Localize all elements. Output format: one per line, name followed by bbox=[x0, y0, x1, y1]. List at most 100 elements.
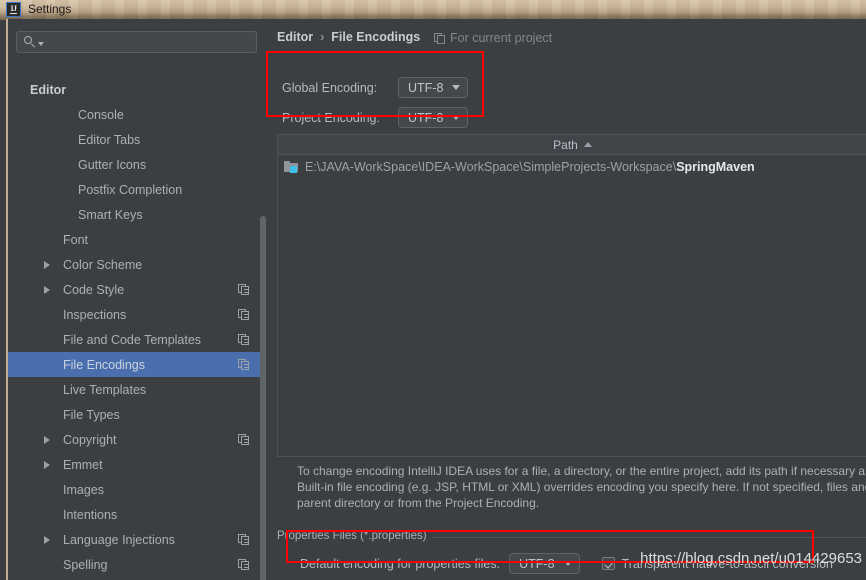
sidebar-item-postfix-completion[interactable]: Postfix Completion bbox=[8, 177, 266, 202]
expand-arrow-icon[interactable] bbox=[44, 285, 50, 294]
global-encoding-row: Global Encoding: UTF-8 bbox=[282, 77, 469, 98]
properties-encoding-label: Default encoding for properties files: bbox=[300, 556, 501, 571]
path-prefix: E:\JAVA-WorkSpace\IDEA-WorkSpace\SimpleP… bbox=[305, 159, 677, 174]
sidebar-item-label: Spelling bbox=[63, 557, 108, 572]
description-line-3: parent directory or from the Project Enc… bbox=[297, 496, 540, 510]
breadcrumb-parent[interactable]: Editor bbox=[277, 30, 313, 44]
global-encoding-value: UTF-8 bbox=[408, 80, 444, 95]
window-title-bar: IJ Settings bbox=[0, 0, 866, 18]
duplicate-icon bbox=[238, 559, 249, 570]
project-encoding-label: Project Encoding: bbox=[282, 110, 380, 125]
settings-sidebar: Editor Console Editor Tabs Gutter Icons Post… bbox=[8, 19, 266, 580]
description-line-1: To change encoding IntelliJ IDEA uses fo… bbox=[297, 464, 866, 478]
sidebar-item-label: Gutter Icons bbox=[78, 157, 147, 172]
sidebar-item-label: Language Injections bbox=[63, 532, 175, 547]
project-encoding-row: Project Encoding: UTF-8 bbox=[282, 107, 469, 128]
settings-dialog: Editor Console Editor Tabs Gutter Icons Post… bbox=[6, 19, 866, 580]
duplicate-icon bbox=[434, 32, 445, 44]
sidebar-item-label: Copyright bbox=[63, 432, 117, 447]
global-encoding-combobox[interactable]: UTF-8 bbox=[398, 77, 469, 98]
file-encodings-panel: Editor › File Encodings For current proj… bbox=[272, 19, 866, 580]
sidebar-item-label: Inspections bbox=[63, 307, 127, 322]
duplicate-icon bbox=[238, 334, 249, 345]
scope-note-label: For current project bbox=[450, 31, 553, 45]
watermark-url: https://blog.csdn.net/u014429653 bbox=[640, 550, 862, 567]
sidebar-item-label: File and Code Templates bbox=[63, 332, 202, 347]
folder-icon bbox=[284, 160, 299, 173]
duplicate-icon bbox=[238, 359, 249, 370]
expand-arrow-icon[interactable] bbox=[44, 535, 50, 544]
path-column-label: Path bbox=[553, 137, 578, 152]
sidebar-item-emmet[interactable]: Emmet bbox=[8, 452, 266, 477]
sidebar-item-console[interactable]: Console bbox=[8, 102, 266, 127]
sidebar-item-label: Intentions bbox=[63, 507, 118, 522]
path-table-body: E:\JAVA-WorkSpace\IDEA-WorkSpace\SimpleP… bbox=[278, 155, 866, 178]
sidebar-item-font[interactable]: Font bbox=[8, 227, 266, 252]
duplicate-icon bbox=[238, 534, 249, 545]
sidebar-item-label: Editor Tabs bbox=[78, 132, 141, 147]
sidebar-item-spelling[interactable]: Spelling bbox=[8, 552, 266, 577]
settings-tree: Editor Console Editor Tabs Gutter Icons Post… bbox=[8, 77, 266, 580]
scope-note: For current project bbox=[434, 31, 552, 45]
sidebar-item-label: Images bbox=[63, 482, 104, 497]
sidebar-item-intentions[interactable]: Intentions bbox=[8, 502, 266, 527]
breadcrumb-current: File Encodings bbox=[331, 30, 421, 44]
sidebar-item-smart-keys[interactable]: Smart Keys bbox=[8, 202, 266, 227]
settings-dialog-body: Editor Console Editor Tabs Gutter Icons Post… bbox=[8, 19, 866, 580]
sidebar-item-label: Live Templates bbox=[63, 382, 147, 397]
sidebar-item-label: Editor bbox=[30, 82, 67, 97]
sidebar-item-label: File Encodings bbox=[63, 357, 145, 372]
sidebar-item-label: Postfix Completion bbox=[78, 182, 183, 197]
duplicate-icon bbox=[238, 284, 249, 295]
project-encoding-value: UTF-8 bbox=[408, 110, 444, 125]
sidebar-item-images[interactable]: Images bbox=[8, 477, 266, 502]
search-field[interactable] bbox=[16, 31, 257, 53]
sidebar-item-gutter-icons[interactable]: Gutter Icons bbox=[8, 152, 266, 177]
sidebar-item-copyright[interactable]: Copyright bbox=[8, 427, 266, 452]
expand-arrow-icon[interactable] bbox=[44, 460, 50, 469]
global-encoding-label: Global Encoding: bbox=[282, 80, 378, 95]
breadcrumb: Editor › File Encodings bbox=[277, 30, 420, 44]
description-line-2: Built-in file encoding (e.g. JSP, HTML o… bbox=[297, 480, 866, 494]
search-input[interactable] bbox=[44, 35, 256, 49]
sidebar-item-label: Color Scheme bbox=[63, 257, 143, 272]
duplicate-icon bbox=[238, 309, 249, 320]
window-title: Settings bbox=[28, 2, 72, 16]
sidebar-item-file-and-code-templates[interactable]: File and Code Templates bbox=[8, 327, 266, 352]
sidebar-item-label: Smart Keys bbox=[78, 207, 143, 222]
properties-encoding-value: UTF-8 bbox=[519, 556, 555, 571]
table-row[interactable]: E:\JAVA-WorkSpace\IDEA-WorkSpace\SimpleP… bbox=[278, 155, 866, 178]
path-table: Path E:\JAVA-WorkSpace\IDEA-WorkSpace\Si… bbox=[277, 134, 866, 457]
properties-group-label: Properties Files (*.properties) bbox=[277, 530, 433, 542]
sidebar-item-editor[interactable]: Editor bbox=[8, 77, 266, 102]
sidebar-item-live-templates[interactable]: Live Templates bbox=[8, 377, 266, 402]
chevron-down-icon bbox=[563, 561, 572, 566]
native-to-ascii-checkbox[interactable] bbox=[601, 557, 615, 570]
sidebar-item-file-types[interactable]: File Types bbox=[8, 402, 266, 427]
sidebar-item-label: File Types bbox=[63, 407, 120, 422]
sort-ascending-icon bbox=[583, 142, 592, 147]
sidebar-item-language-injections[interactable]: Language Injections bbox=[8, 527, 266, 552]
duplicate-icon bbox=[238, 434, 249, 445]
sidebar-item-label: Font bbox=[63, 232, 89, 247]
settings-window: IJ Settings Editor Console Editor Tabs Gutt… bbox=[0, 0, 866, 580]
expand-arrow-icon[interactable] bbox=[44, 435, 50, 444]
intellij-idea-icon: IJ bbox=[6, 1, 21, 17]
sidebar-item-color-scheme[interactable]: Color Scheme bbox=[8, 252, 266, 277]
sidebar-item-label: Console bbox=[78, 107, 124, 122]
sidebar-item-inspections[interactable]: Inspections bbox=[8, 302, 266, 327]
project-encoding-combobox[interactable]: UTF-8 bbox=[398, 107, 469, 128]
path-column-header[interactable]: Path bbox=[278, 135, 866, 155]
properties-encoding-combobox[interactable]: UTF-8 bbox=[509, 553, 580, 574]
chevron-down-icon bbox=[452, 85, 461, 90]
search-icon bbox=[24, 35, 37, 49]
path-project-name: SpringMaven bbox=[676, 159, 755, 174]
sidebar-item-label: Emmet bbox=[63, 457, 103, 472]
expand-arrow-icon[interactable] bbox=[44, 260, 50, 269]
sidebar-item-file-encodings[interactable]: File Encodings bbox=[8, 352, 266, 377]
sidebar-item-code-style[interactable]: Code Style bbox=[8, 277, 266, 302]
sidebar-item-editor-tabs[interactable]: Editor Tabs bbox=[8, 127, 266, 152]
breadcrumb-separator-icon: › bbox=[320, 30, 325, 44]
chevron-down-icon bbox=[452, 115, 461, 120]
encoding-description: To change encoding IntelliJ IDEA uses fo… bbox=[297, 463, 866, 511]
